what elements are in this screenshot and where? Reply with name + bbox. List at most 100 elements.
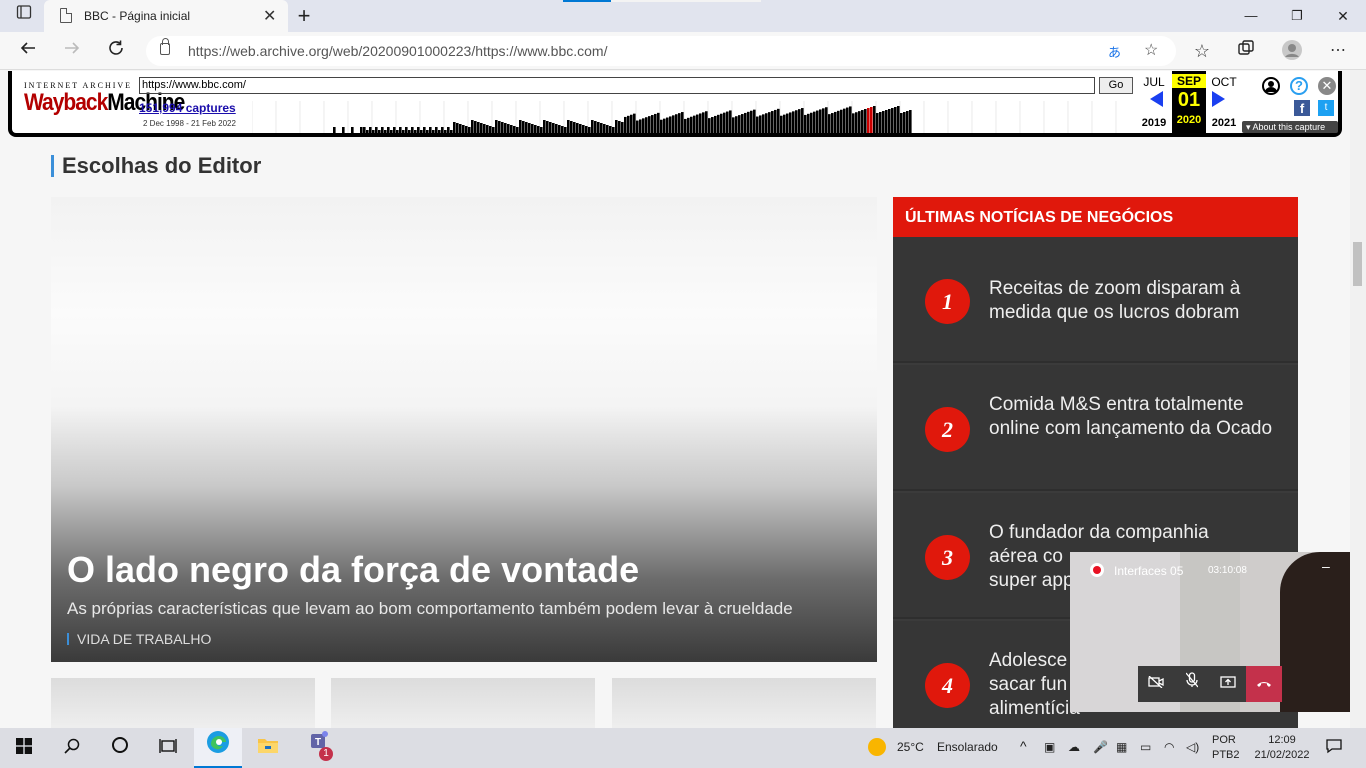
tray-app-icon[interactable]: ▣	[1044, 740, 1055, 754]
article-thumbnail[interactable]	[612, 678, 876, 728]
address-bar[interactable]: https://web.archive.org/web/202009010002…	[146, 36, 1176, 66]
article-thumbnail[interactable]	[51, 678, 315, 728]
histogram-bar	[687, 117, 690, 133]
address-url[interactable]: https://web.archive.org/web/202009010002…	[188, 43, 607, 59]
windows-start-icon[interactable]	[0, 728, 48, 768]
prev-month-label[interactable]: JUL	[1136, 75, 1172, 89]
twitter-icon[interactable]: t	[1318, 100, 1334, 116]
hero-tag[interactable]: VIDA DE TRABALHO	[67, 632, 211, 646]
histogram-bar	[840, 109, 843, 133]
histogram-bar	[402, 130, 405, 133]
accent-line	[563, 0, 611, 2]
prev-year-label[interactable]: 2019	[1136, 117, 1172, 129]
scrollbar-thumb[interactable]	[1353, 242, 1362, 286]
histogram-bar	[825, 107, 828, 133]
hero-title[interactable]: O lado negro da força de vontade	[67, 549, 639, 591]
close-toolbar-icon[interactable]: ✕	[1318, 77, 1336, 95]
more-menu-icon[interactable]: ⋯	[1326, 39, 1350, 63]
task-view-icon[interactable]	[144, 728, 192, 768]
notifications-icon[interactable]	[1318, 728, 1350, 768]
facebook-icon[interactable]: f	[1294, 100, 1310, 116]
news-item[interactable]: 1 Receitas de zoom disparam à medida que…	[893, 237, 1298, 363]
camera-off-icon[interactable]	[1138, 666, 1174, 702]
teams-taskbar-icon[interactable]: T 1	[294, 728, 342, 768]
hero-article[interactable]: O lado negro da força de vontade As próp…	[51, 197, 877, 662]
news-item[interactable]: 2 Comida M&S entra totalmente online com…	[893, 365, 1298, 491]
new-tab-button[interactable]: +	[292, 4, 316, 28]
language-indicator[interactable]: POR PTB2	[1212, 733, 1240, 763]
edge-taskbar-icon[interactable]	[194, 728, 242, 768]
cur-month-label: SEP	[1172, 74, 1206, 88]
vertical-scrollbar[interactable]	[1350, 70, 1366, 728]
histogram-bar	[708, 118, 711, 133]
histogram-bar	[834, 111, 837, 133]
mic-off-icon[interactable]	[1174, 666, 1210, 702]
forward-arrow-icon[interactable]	[60, 39, 84, 63]
news-line: O fundador da companhia	[989, 522, 1209, 543]
maximize-button[interactable]: ❐	[1285, 4, 1309, 28]
article-thumbnail[interactable]	[331, 678, 595, 728]
wayback-go-button[interactable]: Go	[1099, 77, 1133, 94]
histogram-bar	[441, 127, 444, 133]
minimize-button[interactable]: —	[1239, 4, 1263, 28]
refresh-icon[interactable]	[104, 39, 128, 63]
tab-actions-icon[interactable]	[12, 4, 36, 28]
translate-icon[interactable]: あ	[1108, 42, 1121, 61]
cortana-icon[interactable]	[96, 728, 144, 768]
histogram-bar	[576, 123, 579, 133]
hang-up-icon[interactable]	[1246, 666, 1282, 702]
help-icon[interactable]: ?	[1290, 77, 1308, 95]
histogram-bar	[393, 127, 396, 133]
news-headline[interactable]: Comida M&S entra totalmente online com l…	[989, 393, 1279, 441]
search-icon[interactable]	[48, 728, 96, 768]
histogram-bar	[480, 123, 483, 133]
histogram-bar	[738, 115, 741, 133]
file-explorer-icon[interactable]	[244, 728, 292, 768]
capture-histogram[interactable]	[252, 101, 1132, 133]
weather-temp[interactable]: 25°C	[897, 740, 924, 754]
collections-icon[interactable]	[1234, 39, 1258, 63]
histogram-bar	[561, 126, 564, 133]
histogram-bar	[723, 112, 726, 133]
next-capture-arrow-icon[interactable]	[1212, 91, 1225, 107]
wayback-url-input[interactable]: https://www.bbc.com/	[139, 77, 1095, 94]
weather-sun-icon[interactable]	[868, 738, 886, 756]
volume-icon[interactable]: ◁)	[1186, 740, 1199, 754]
close-window-button[interactable]: ✕	[1331, 4, 1355, 28]
next-month-label[interactable]: OCT	[1206, 75, 1242, 89]
histogram-bar	[519, 120, 522, 133]
back-arrow-icon[interactable]	[16, 39, 40, 63]
about-capture-button[interactable]: ▾ About this capture	[1242, 121, 1338, 133]
battery-icon[interactable]: ▭	[1140, 740, 1151, 754]
news-headline[interactable]: Receitas de zoom disparam à medida que o…	[989, 277, 1279, 325]
prev-capture-arrow-icon[interactable]	[1150, 91, 1163, 107]
teams-meeting-window[interactable]: Interfaces 05 03:10:08 –	[1070, 552, 1350, 712]
histogram-bar	[879, 112, 882, 133]
wifi-icon[interactable]: ◠	[1164, 740, 1174, 754]
next-year-label[interactable]: 2021	[1206, 117, 1242, 129]
favorite-add-icon[interactable]: ☆	[1144, 40, 1158, 60]
histogram-bar	[771, 111, 774, 133]
histogram-bar	[666, 117, 669, 133]
clock[interactable]: 12:09 21/02/2022	[1248, 733, 1316, 763]
histogram-bar	[846, 107, 849, 133]
histogram-bar	[501, 122, 504, 133]
captures-link[interactable]: 151,994 captures	[139, 101, 236, 115]
tray-device-icon[interactable]: ▦	[1116, 740, 1127, 754]
account-icon[interactable]	[1262, 77, 1280, 95]
weather-desc[interactable]: Ensolarado	[937, 740, 998, 754]
histogram-bar	[705, 111, 708, 133]
tray-chevron-up-icon[interactable]: ^	[1020, 738, 1027, 754]
tab-close-icon[interactable]: ✕	[263, 6, 276, 26]
histogram-bar	[642, 118, 645, 133]
browser-tab[interactable]: BBC - Página inicial ✕	[44, 0, 288, 32]
onedrive-icon[interactable]: ☁	[1068, 740, 1080, 754]
histogram-bar	[333, 127, 336, 133]
microphone-icon[interactable]: 🎤	[1093, 740, 1108, 754]
share-screen-icon[interactable]	[1210, 666, 1246, 702]
histogram-bar	[867, 108, 870, 133]
lock-icon[interactable]	[160, 38, 170, 55]
favorites-icon[interactable]: ☆	[1190, 39, 1214, 63]
minimize-meeting-button[interactable]: –	[1322, 558, 1330, 574]
profile-avatar-icon[interactable]	[1280, 39, 1304, 63]
